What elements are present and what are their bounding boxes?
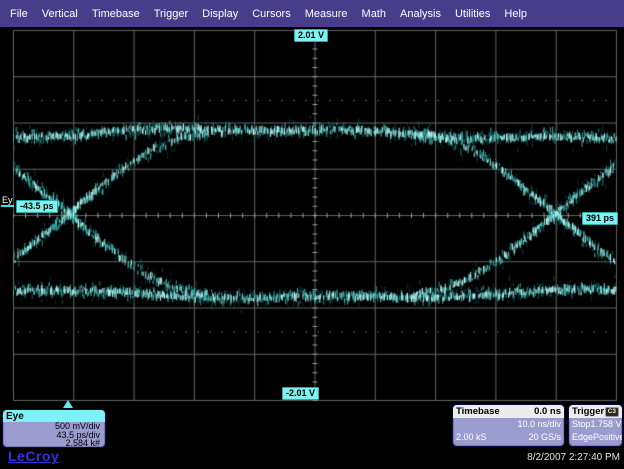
axis-label-left-time: -43.5 ps: [16, 200, 58, 213]
menu-item-display[interactable]: Display: [202, 8, 238, 20]
timebase-row-scale: 10.0 ns/div: [453, 418, 564, 431]
trigger-type: Edge: [572, 431, 593, 444]
menu-item-math[interactable]: Math: [362, 8, 386, 20]
menu-item-file[interactable]: File: [10, 8, 28, 20]
timebase-sample-rate: 20 GS/s: [528, 431, 561, 444]
trigger-row-mode: Stop 1.758 V: [569, 418, 622, 431]
timebase-panel[interactable]: Timebase 0.0 ns 10.0 ns/div 2.00 kS 20 G…: [452, 404, 565, 447]
eye-sweep-count: 2.584 k#: [3, 439, 105, 448]
trigger-panel-header: Trigger C3: [569, 405, 622, 418]
trigger-panel[interactable]: Trigger C3 Stop 1.758 V Edge Positive: [568, 404, 623, 447]
trigger-title: Trigger: [572, 406, 604, 417]
trigger-position-marker-icon[interactable]: [63, 400, 73, 408]
trigger-mode: Stop: [572, 418, 591, 431]
menu-item-measure[interactable]: Measure: [305, 8, 348, 20]
menu-item-help[interactable]: Help: [504, 8, 527, 20]
eye-panel-title: Eye: [6, 411, 24, 422]
timebase-scale: 10.0 ns/div: [517, 418, 561, 431]
timebase-delay: 0.0 ns: [534, 406, 561, 417]
trace-tag-eye: Ey: [1, 195, 14, 207]
trigger-source-icon: C3: [605, 407, 619, 417]
menu-item-timebase[interactable]: Timebase: [92, 8, 140, 20]
axis-label-bottom-voltage: -2.01 V: [282, 387, 319, 400]
menu-item-vertical[interactable]: Vertical: [42, 8, 78, 20]
menu-item-utilities[interactable]: Utilities: [455, 8, 490, 20]
axis-label-top-voltage: 2.01 V: [294, 29, 328, 42]
trigger-slope: Positive: [593, 431, 623, 444]
waveform-display[interactable]: [0, 28, 624, 402]
axis-label-right-time: 391 ps: [582, 212, 618, 225]
menu-item-cursors[interactable]: Cursors: [252, 8, 291, 20]
timestamp: 8/2/2007 2:27:40 PM: [527, 452, 620, 463]
menu-bar: File Vertical Timebase Trigger Display C…: [0, 0, 624, 27]
timebase-title: Timebase: [456, 406, 500, 417]
eye-trace-panel[interactable]: Eye 500 mV/div 43.5 ps/div 2.584 k#: [2, 409, 106, 448]
timebase-panel-header: Timebase 0.0 ns: [453, 405, 564, 418]
trigger-row-type: Edge Positive: [569, 431, 622, 444]
lecroy-logo: LeCroy: [8, 448, 59, 464]
timebase-row-sampling: 2.00 kS 20 GS/s: [453, 431, 564, 444]
menu-item-analysis[interactable]: Analysis: [400, 8, 441, 20]
menu-item-trigger[interactable]: Trigger: [154, 8, 188, 20]
trigger-level: 1.758 V: [591, 418, 622, 431]
timebase-samples: 2.00 kS: [456, 431, 487, 444]
